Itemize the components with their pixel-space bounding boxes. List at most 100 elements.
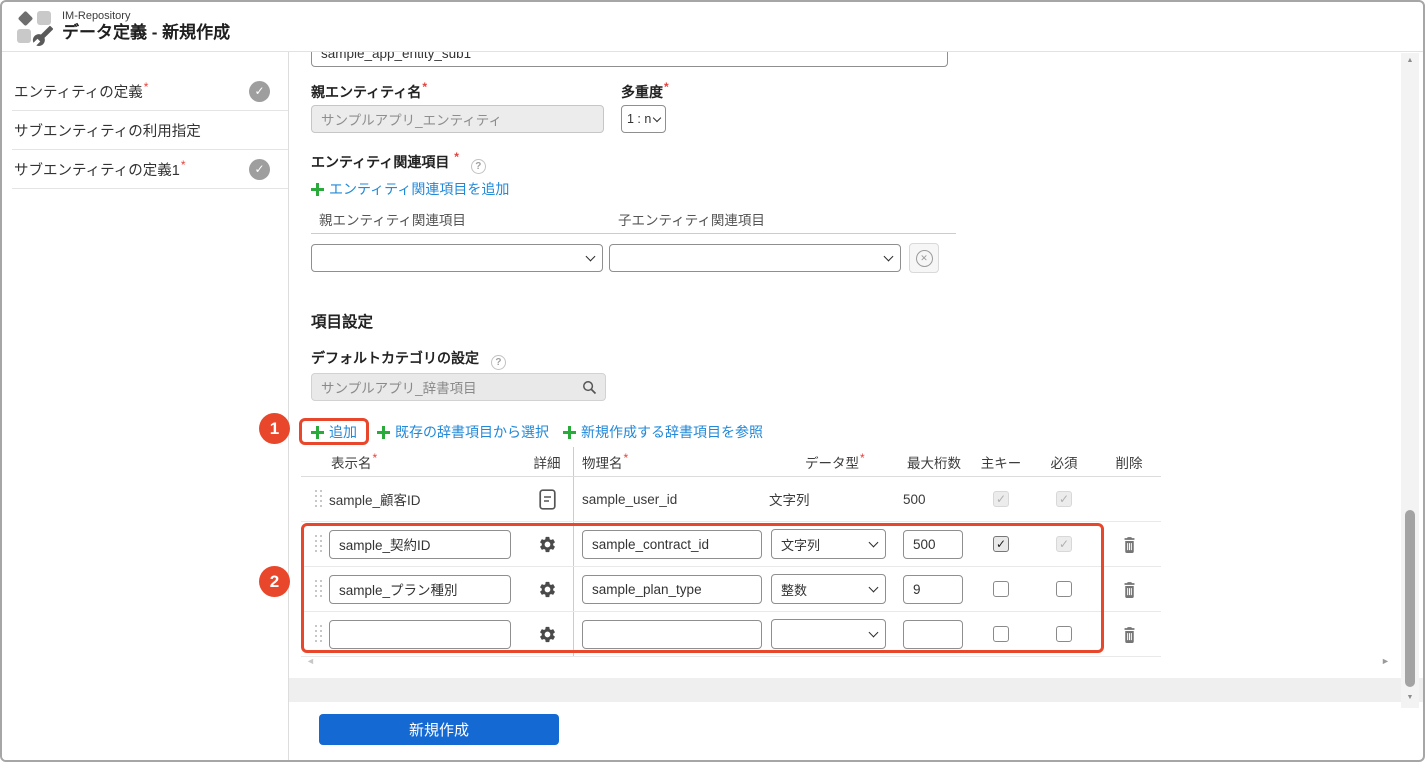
required-checkbox[interactable] (1056, 626, 1072, 642)
search-icon (583, 380, 597, 394)
scroll-left-icon[interactable]: ◄ (306, 656, 315, 666)
physical-name-text: sample_user_id (582, 491, 678, 507)
add-entity-relation-link[interactable]: エンティティ関連項目を追加 (311, 179, 509, 199)
data-type-select[interactable]: 整数 (771, 574, 886, 604)
table-header-row: 表示名* 詳細 物理名* データ型* 最大桁数 主キー 必須 削除 (301, 447, 1161, 477)
child-relation-column-label: 子エンティティ関連項目 (618, 213, 765, 228)
physical-name-input[interactable] (582, 529, 762, 559)
col-header-primary-key: 主キー (980, 455, 1022, 471)
physical-name-input[interactable] (582, 619, 762, 649)
items-table: 表示名* 詳細 物理名* データ型* 最大桁数 主キー 必須 削除 sample… (301, 447, 1161, 657)
gear-icon[interactable] (538, 535, 557, 554)
display-name-input[interactable] (329, 619, 511, 649)
plus-icon (377, 425, 390, 439)
required-asterisk: * (180, 157, 186, 172)
default-category-search-field[interactable]: サンプルアプリ_辞書項目 (311, 373, 606, 401)
main-content: 親エンティティ名* 多重度* 1 : n エンティティ関連項目 * ? (259, 52, 1423, 760)
parent-relation-column-label: 親エンティティ関連項目 (319, 213, 466, 228)
display-name-input[interactable] (329, 574, 511, 604)
vertical-scrollbar[interactable]: ▲ ▼ (1401, 53, 1419, 708)
document-icon[interactable] (538, 488, 556, 510)
parent-relation-select[interactable] (311, 244, 603, 272)
annotation-badge-1: 1 (259, 413, 290, 444)
trash-icon[interactable] (1121, 535, 1138, 554)
multiplicity-select[interactable]: 1 : n (621, 105, 666, 133)
parent-entity-name-input (311, 105, 604, 133)
chevron-down-icon (868, 582, 879, 593)
table-row: sample_顧客ID sample_user_id 文字列 500 (301, 477, 1161, 522)
app-window: IM-Repository データ定義 - 新規作成 エンティティの定義* ✓ … (0, 0, 1425, 762)
item-settings-title: 項目設定 (311, 314, 374, 331)
reference-new-dictionary-link[interactable]: 新規作成する辞書項目を参照 (563, 422, 763, 442)
horizontal-scrollbar-track[interactable] (289, 678, 1423, 702)
sidebar-item-label: サブエンティティの定義1 (14, 162, 180, 179)
trash-icon[interactable] (1121, 580, 1138, 599)
subentity-id-input[interactable] (311, 52, 948, 67)
col-header-data-type: データ型* (805, 451, 865, 471)
complete-check-icon: ✓ (249, 80, 270, 102)
im-repository-logo-icon (16, 9, 54, 46)
plus-icon (563, 425, 576, 439)
col-header-required: 必須 (1050, 455, 1078, 471)
data-type-text: 文字列 (769, 493, 810, 508)
col-header-max-digits: 最大桁数 (907, 455, 961, 471)
trash-icon[interactable] (1121, 625, 1138, 644)
drag-handle[interactable] (315, 535, 323, 553)
sidebar: エンティティの定義* ✓ サブエンティティの利用指定 サブエンティティの定義1*… (2, 52, 289, 760)
table-row (301, 612, 1161, 657)
gear-icon[interactable] (538, 580, 557, 599)
remove-relation-row-button[interactable]: ✕ (909, 243, 939, 273)
sidebar-item-label: サブエンティティの利用指定 (14, 123, 201, 140)
display-name-input[interactable] (329, 529, 511, 559)
drag-handle[interactable] (315, 580, 323, 598)
scroll-up-icon[interactable]: ▲ (1401, 57, 1419, 64)
parent-entity-name-label: 親エンティティ名* (311, 80, 427, 100)
display-name-text: sample_顧客ID (329, 493, 421, 508)
primary-key-checkbox[interactable] (993, 581, 1009, 597)
app-header: IM-Repository データ定義 - 新規作成 (2, 2, 1423, 52)
max-digits-input[interactable] (903, 619, 963, 649)
help-icon[interactable]: ? (470, 159, 486, 174)
max-digits-input[interactable] (903, 529, 963, 559)
sidebar-item-subentity-definition-1[interactable]: サブエンティティの定義1* ✓ (12, 150, 288, 189)
required-checkbox (1056, 536, 1072, 552)
scroll-down-icon[interactable]: ▼ (1401, 694, 1419, 701)
primary-key-checkbox[interactable] (993, 626, 1009, 642)
col-header-display-name: 表示名* (331, 451, 378, 471)
scroll-right-icon[interactable]: ► (1381, 656, 1390, 666)
required-asterisk: * (143, 79, 149, 94)
required-checkbox[interactable] (1056, 581, 1072, 597)
required-asterisk: * (454, 150, 459, 165)
select-existing-dictionary-link[interactable]: 既存の辞書項目から選択 (377, 422, 549, 442)
gear-icon[interactable] (538, 625, 557, 644)
chevron-down-icon (585, 251, 596, 262)
col-header-physical-name: 物理名* (582, 451, 629, 471)
child-relation-select[interactable] (609, 244, 901, 272)
primary-key-checkbox (993, 491, 1009, 507)
complete-check-icon: ✓ (249, 158, 270, 180)
primary-key-checkbox[interactable] (993, 536, 1009, 552)
close-circle-icon: ✕ (915, 249, 933, 267)
data-type-select[interactable] (771, 619, 886, 649)
help-icon[interactable]: ? (490, 355, 506, 370)
max-digits-input[interactable] (903, 574, 963, 604)
vertical-scrollbar-thumb[interactable] (1405, 510, 1415, 687)
app-name: IM-Repository (62, 10, 131, 22)
drag-handle[interactable] (315, 490, 323, 508)
required-checkbox (1056, 491, 1072, 507)
add-item-link[interactable]: 追加 (311, 422, 357, 442)
create-button[interactable]: 新規作成 (319, 714, 559, 745)
table-row: 整数 (301, 567, 1161, 612)
sidebar-item-subentity-usage[interactable]: サブエンティティの利用指定 (12, 111, 288, 150)
physical-name-input[interactable] (582, 574, 762, 604)
default-category-label: デフォルトカテゴリの設定 ? (311, 348, 506, 370)
col-header-detail: 詳細 (533, 455, 561, 471)
plus-icon (311, 425, 324, 439)
table-row: 文字列 (301, 522, 1161, 567)
chevron-down-icon (868, 627, 879, 638)
sidebar-item-entity-definition[interactable]: エンティティの定義* ✓ (12, 72, 288, 111)
required-asterisk: * (422, 80, 427, 95)
max-digits-text: 500 (903, 491, 926, 507)
data-type-select[interactable]: 文字列 (771, 529, 886, 559)
drag-handle[interactable] (315, 625, 323, 643)
